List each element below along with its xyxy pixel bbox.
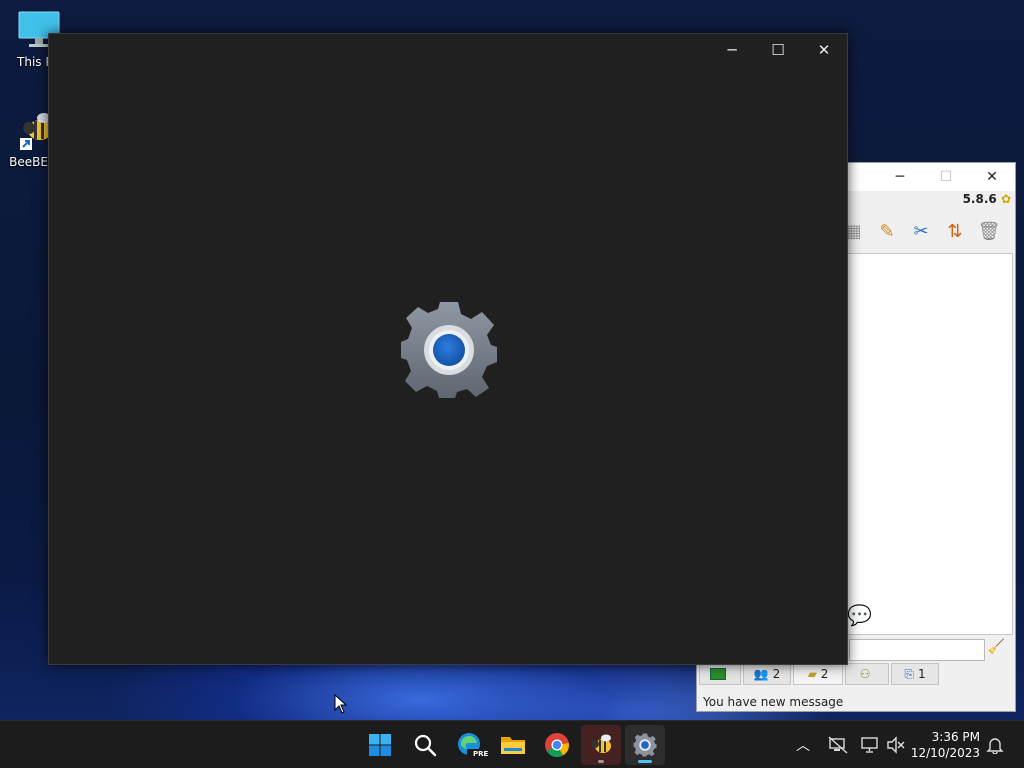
beebeep-message-input[interactable] [849,639,985,661]
start-button[interactable] [360,725,400,765]
chat-icon [710,668,726,680]
tab-network[interactable]: ⚇ [845,663,889,685]
network-icon: ⚇ [859,667,871,681]
clock-date: 12/10/2023 [910,746,980,760]
beebeep-close-button[interactable]: ✕ [969,163,1015,191]
taskbar: PRE ︿ 3:36 PM 12/10/2023 [0,720,1024,768]
speaker-muted-icon [887,735,905,754]
taskbar-edge-preview[interactable]: PRE [449,725,489,765]
settings-icon [633,733,657,757]
taskbar-beebeep[interactable] [581,725,621,765]
maximize-button[interactable]: ☐ [755,34,801,66]
bell-icon [986,737,1004,754]
files-icon: ⎘ [904,666,914,681]
edge-badge: PRE [473,750,489,758]
settings-window: ─ ☐ ✕ [48,33,848,665]
version-label: 5.8.6 [962,192,997,206]
display-icon [861,736,878,753]
update-icon[interactable]: ⇅ [941,217,969,245]
beebeep-status-text: You have new message [703,695,844,709]
tab-chat[interactable] [699,663,741,685]
search-icon [414,734,437,757]
taskbar-settings[interactable] [625,725,665,765]
tray-volume-muted[interactable] [886,721,906,768]
folder-icon [501,737,525,754]
close-button[interactable]: ✕ [801,34,847,66]
notification-button[interactable] [986,721,1004,768]
tray-display[interactable] [860,721,880,768]
tab-files[interactable]: ⎘ 1 [891,663,939,685]
clock-time: 3:36 PM [931,730,980,744]
beebeep-minimize-button[interactable]: ─ [877,163,923,191]
tab-count: 2 [820,667,829,681]
running-indicator [598,760,604,763]
beebeep-tabs: 👥 2 ▰ 2 ⚇ ⎘ 1 [697,663,1015,689]
beebeep-maximize-button[interactable]: ☐ [923,163,969,191]
taskbar-chrome[interactable] [537,725,577,765]
settings-gear-icon [401,302,497,398]
taskbar-file-explorer[interactable] [493,725,533,765]
groups-icon: ▰ [807,667,817,681]
chevron-up-icon: ︿ [796,737,810,754]
tray-network-disconnected[interactable] [828,721,848,768]
trash-icon[interactable]: 🗑 [975,217,1003,245]
mouse-cursor-icon [334,694,348,714]
chrome-icon [545,733,569,758]
tools-icon[interactable]: ✂ [907,217,935,245]
beebeep-version: 5.8.6 ✿ [963,192,1011,206]
bee-icon [591,734,611,753]
tab-users[interactable]: 👥 2 [743,663,791,685]
search-button[interactable] [405,725,445,765]
chat-bubble-icon: 💬 [847,603,872,627]
users-icon: 👥 [753,667,769,681]
tab-groups[interactable]: ▰ 2 [793,663,843,685]
taskbar-clock[interactable]: 3:36 PM 12/10/2023 [911,729,980,761]
tab-count: 1 [917,667,926,681]
active-indicator [638,760,652,763]
pencil-icon[interactable]: ✎ [873,217,901,245]
bee-small-icon: ✿ [1000,192,1011,206]
network-disconnected-icon [828,735,848,754]
tab-count: 2 [772,667,781,681]
minimize-button[interactable]: ─ [709,34,755,66]
show-hidden-icons-button[interactable]: ︿ [796,721,810,768]
clear-icon[interactable]: 🧹 [988,639,1005,655]
beebeep-chat-pane[interactable] [847,253,1013,635]
windows-logo-icon [369,734,391,756]
